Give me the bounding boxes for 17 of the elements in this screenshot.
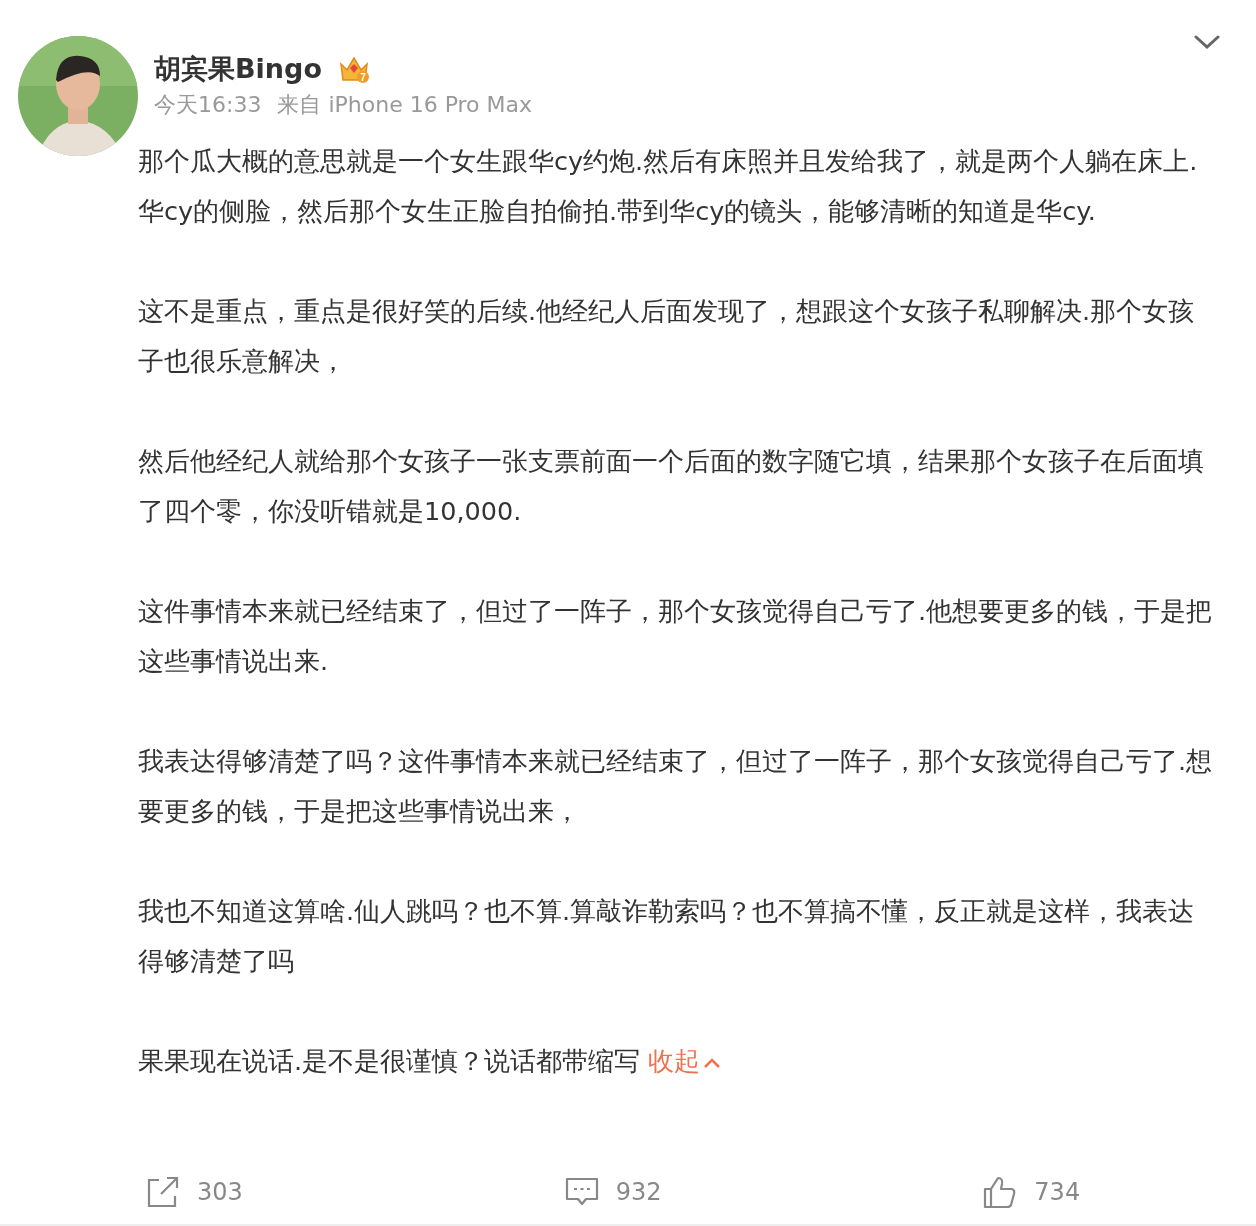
username[interactable]: 胡宾果Bingo — [154, 52, 322, 86]
post-paragraph: 这不是重点，重点是很好笑的后续.他经纪人后面发现了，想跟这个女孩子私聊解决.那个女孩子也很乐意解决， — [138, 295, 1196, 378]
caret-up-icon[interactable] — [703, 1057, 722, 1069]
share-icon[interactable] — [145, 1174, 181, 1210]
post-paragraph: 我也不知道这算啥.仙人跳吗？也不算.算敲诈勒索吗？也不算搞不懂，反正就是这样，我表达得够清楚了吗 — [138, 895, 1196, 978]
crown-badge-icon: 7 — [337, 54, 370, 84]
post-source: 来自 iPhone 16 Pro Max — [277, 91, 533, 119]
action-count: 734 — [1034, 1177, 1081, 1208]
post-paragraph: 果果现在说话.是不是很谨慎？说话都带缩写 收起 — [138, 1036, 1220, 1086]
post-paragraph: 然后他经纪人就给那个女孩子一张支票前面一个后面的数字随它填，结果那个女孩子在后面填了四个零，你没听错就是10,000. — [138, 445, 1205, 528]
post-paragraph: 那个瓜大概的意思就是一个女生跟华cy约炮.然后有床照并且发给我了，就是两个人躺在床上.华cy的侧脸，然后那个女生正脸自拍偷拍.带到华cy的镜头，能够清晰的知道是华cy. — [138, 145, 1199, 228]
chevron-down-icon[interactable] — [1194, 34, 1220, 50]
action-count: 303 — [197, 1177, 243, 1208]
post-paragraph: 我表达得够清楚了吗？这件事情本来就已经结束了，但过了一阵子，那个女孩觉得自己亏了.想要更多的钱，于是把这些事情说出来， — [138, 745, 1214, 828]
action-count: 932 — [615, 1177, 662, 1208]
post-time: 今天16:33 — [154, 91, 262, 119]
post-paragraph: 这件事情本来就已经结束了，但过了一阵子，那个女孩觉得自己亏了.他想要更多的钱，于是把这些事情说出来. — [138, 595, 1214, 678]
